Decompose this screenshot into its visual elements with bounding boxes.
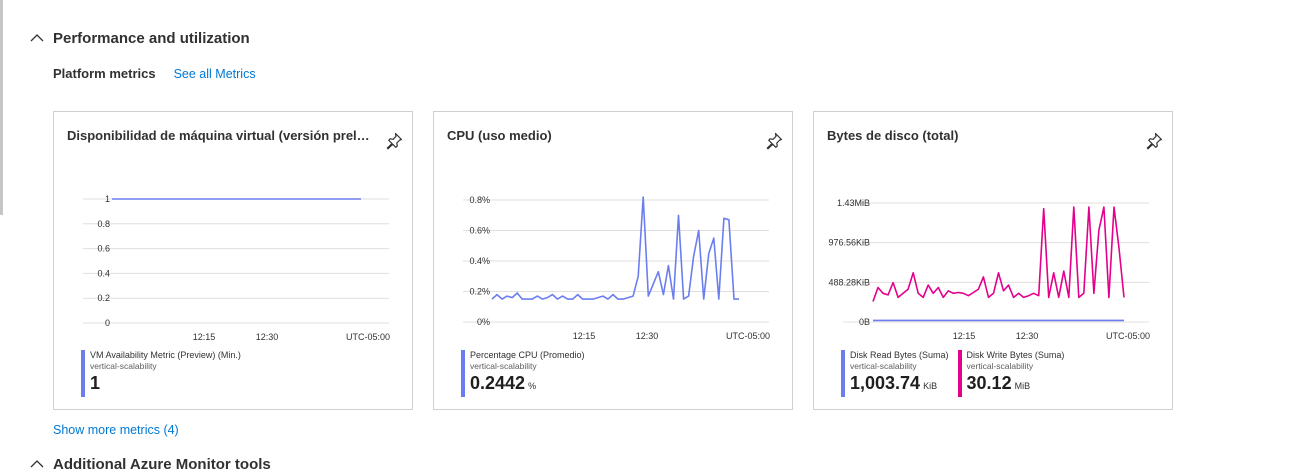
x-tick-label: 12:30 <box>1016 331 1039 341</box>
y-tick-label: 0.8% <box>469 195 490 205</box>
legend-resource: vertical-scalability <box>850 361 917 371</box>
y-tick-label: 0B <box>859 317 870 327</box>
legend-series-name: Percentage CPU (Promedio) <box>470 350 585 360</box>
metric-tile-disk-bytes[interactable]: Bytes de disco (total) 1.43MiB 976.56KiB 4… <box>813 111 1173 410</box>
legend-color-bar <box>957 350 962 397</box>
pin-icon[interactable] <box>1144 131 1164 151</box>
monitor-tools-section-header[interactable]: Additional Azure Monitor tools <box>28 455 271 473</box>
x-tick-label: UTC-05:00 <box>1106 331 1150 341</box>
y-tick-label: 0.6% <box>469 226 490 236</box>
legend-series-name: Disk Read Bytes (Suma) <box>850 350 949 360</box>
legend-value: 1,003.74 KiB <box>850 373 938 393</box>
chevron-up-icon <box>30 460 44 468</box>
metric-tile-vm-availability[interactable]: Disponibilidad de máquina virtual (versi… <box>53 111 413 410</box>
legend-series-name: Disk Write Bytes (Suma) <box>966 350 1065 360</box>
legend-series-name: VM Availability Metric (Preview) (Min.) <box>90 350 241 360</box>
series-line <box>491 196 739 300</box>
x-tick-label: UTC-05:00 <box>346 332 390 342</box>
y-tick-label: 1 <box>105 194 110 204</box>
legend-resource: vertical-scalability <box>90 361 157 371</box>
platform-metrics-label: Platform metrics <box>53 66 156 81</box>
legend-color-bar <box>841 350 845 397</box>
y-tick-label: 488.28KiB <box>828 277 870 287</box>
y-tick-label: 0.2% <box>469 287 490 297</box>
legend-resource: vertical-scalability <box>966 361 1034 371</box>
y-tick-label: 0.2 <box>97 293 110 303</box>
y-tick-label: 0% <box>477 317 490 327</box>
legend-color-bar <box>81 350 85 397</box>
y-tick-label: 0.4 <box>97 268 110 278</box>
chart-disk-bytes: 1.43MiB 976.56KiB 488.28KiB 0B 12:15 12:30 UTC… <box>828 198 1150 341</box>
legend-value: 0.2442% <box>470 373 537 393</box>
performance-section-header[interactable]: Performance and utilization <box>28 29 250 47</box>
x-tick-label: 12:30 <box>256 332 279 342</box>
left-scroll-edge <box>0 0 3 215</box>
platform-metrics-row: Platform metrics See all Metrics <box>53 66 256 81</box>
x-tick-label: UTC-05:00 <box>726 331 770 341</box>
legend-item[interactable]: VM Availability Metric (Preview) (Min.) … <box>81 350 241 398</box>
tile-title: Bytes de disco (total) <box>827 128 959 143</box>
x-tick-label: 12:15 <box>573 331 596 341</box>
y-tick-label: 976.56KiB <box>828 238 870 248</box>
tile-title: CPU (uso medio) <box>447 128 552 143</box>
section-title: Additional Azure Monitor tools <box>53 455 271 473</box>
y-tick-label: 1.43MiB <box>837 198 870 208</box>
series-line <box>872 206 1125 302</box>
pin-icon[interactable] <box>384 131 404 151</box>
legend-resource: vertical-scalability <box>470 361 537 371</box>
legend-item[interactable]: Disk Read Bytes (Suma) vertical-scalabil… <box>841 350 949 398</box>
metric-tile-cpu[interactable]: CPU (uso medio) 0.8% 0.6% 0.4% 0.2% 0% 12:15 1… <box>433 111 793 410</box>
pin-icon[interactable] <box>764 131 784 151</box>
y-tick-label: 0.8 <box>97 219 110 229</box>
chart-legend: VM Availability Metric (Preview) (Min.) … <box>81 350 250 398</box>
y-tick-label: 0.6 <box>97 244 110 254</box>
chart-cpu: 0.8% 0.6% 0.4% 0.2% 0% 12:15 12:30 UTC-05:00 <box>463 195 770 341</box>
legend-item[interactable]: Disk Write Bytes (Suma) vertical-scalabi… <box>957 350 1065 398</box>
legend-color-bar <box>461 350 465 397</box>
legend-item[interactable]: Percentage CPU (Promedio) vertical-scala… <box>461 350 585 398</box>
legend-value: 1 <box>90 373 101 393</box>
x-tick-label: 12:15 <box>953 331 976 341</box>
y-tick-label: 0 <box>105 318 110 328</box>
chevron-up-icon <box>30 34 44 42</box>
tile-title: Disponibilidad de máquina virtual (versi… <box>67 128 372 143</box>
section-title: Performance and utilization <box>53 29 250 47</box>
chart-legend: Percentage CPU (Promedio) vertical-scala… <box>461 350 594 398</box>
chart-legend: Disk Read Bytes (Suma) vertical-scalabil… <box>841 350 1073 398</box>
y-tick-label: 0.4% <box>469 256 490 266</box>
chart-vm-availability: 1 0.8 0.6 0.4 0.2 0 12:15 12:30 UTC-05:00 <box>83 194 390 342</box>
x-tick-label: 12:30 <box>636 331 659 341</box>
show-more-metrics-link[interactable]: Show more metrics (4) <box>53 423 179 437</box>
x-tick-label: 12:15 <box>193 332 216 342</box>
legend-value: 30.12 MiB <box>966 373 1031 393</box>
see-all-metrics-link[interactable]: See all Metrics <box>174 67 256 81</box>
